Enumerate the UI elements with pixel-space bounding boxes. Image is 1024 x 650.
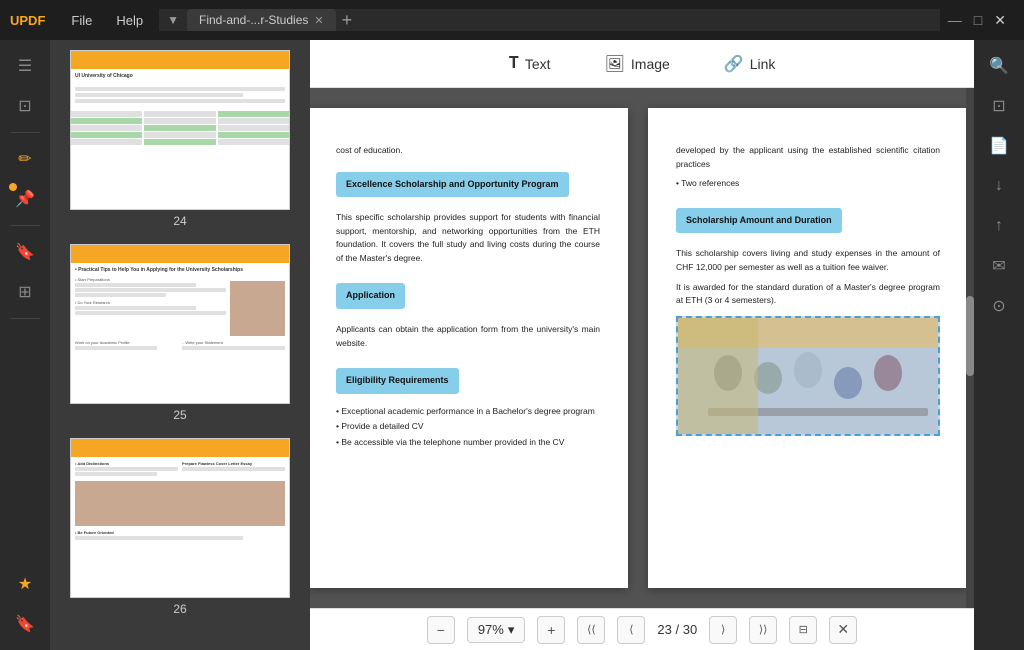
sidebar-pages-icon[interactable]: ☰ (7, 48, 43, 84)
zoom-in-button[interactable]: + (537, 616, 565, 644)
thumb-num-26: 26 (173, 602, 186, 616)
sidebar-bookmark-icon[interactable]: 🔖 (7, 234, 43, 270)
right-section1-label: Scholarship Amount and Duration (676, 208, 842, 234)
thumb-num-25: 25 (173, 408, 186, 422)
zoom-dropdown-arrow[interactable]: ▾ (508, 622, 515, 638)
right-sidebar: 🔍 ⊡ 📄 ↓ ↑ ✉ ⊙ (974, 40, 1024, 650)
link-tool[interactable]: 🔗 Link (712, 48, 788, 80)
left-sidebar: ☰ ⊡ ✏ 📌 🔖 ⊞ ★ 🔖 (0, 40, 50, 650)
minimize-button[interactable]: — (948, 12, 962, 29)
text-tool[interactable]: 𝐓 Text (497, 49, 563, 79)
section2-label: Application (336, 283, 405, 309)
image-tool-icon: 🖼 (605, 54, 625, 74)
eligibility-2: • Provide a detailed CV (336, 420, 600, 433)
maximize-button[interactable]: □ (974, 12, 982, 29)
eligibility-3: • Be accessible via the telephone number… (336, 436, 600, 449)
page-current: 23 (657, 622, 671, 637)
image-tool-label: Image (631, 56, 670, 72)
scroll-thumb[interactable] (966, 296, 974, 376)
fit-page-button[interactable]: ⊟ (789, 616, 817, 644)
toolbar: 𝐓 Text 🖼 Image 🔗 Link (310, 40, 974, 88)
page-total: 30 (683, 622, 697, 637)
nav-prev-button[interactable]: ⟨ (617, 616, 645, 644)
zoom-out-button[interactable]: − (427, 616, 455, 644)
viewer-container: cost of education. Excellence Scholarshi… (310, 88, 974, 608)
pdf-viewer[interactable]: cost of education. Excellence Scholarshi… (310, 88, 966, 608)
menu-help[interactable]: Help (108, 9, 151, 32)
sidebar-divider-1 (10, 132, 40, 133)
section1-body: This specific scholarship provides suppo… (336, 211, 600, 265)
link-tool-label: Link (750, 56, 776, 72)
section2-body: Applicants can obtain the application fo… (336, 323, 600, 350)
nav-first-button[interactable]: ⟨⟨ (577, 616, 605, 644)
app-logo: UPDF (10, 13, 45, 28)
search-icon[interactable]: 🔍 (981, 48, 1017, 84)
bottom-bar: − 97% ▾ + ⟨⟨ ⟨ 23 / 30 ⟩ ⟩⟩ ⊟ ✕ (310, 608, 974, 650)
sidebar-divider-2 (10, 225, 40, 226)
zoom-display: 97% ▾ (467, 617, 526, 643)
right-camera-icon[interactable]: ⊙ (981, 288, 1017, 324)
title-bar: UPDF File Help ▼ Find-and-...r-Studies ✕… (0, 0, 1024, 40)
right-bullet2: • Two references (676, 177, 940, 190)
link-tool-icon: 🔗 (724, 54, 744, 74)
scroll-track[interactable] (966, 88, 974, 608)
close-bottom-button[interactable]: ✕ (829, 616, 857, 644)
thumbnail-26[interactable]: • Add Distinctions Prepare Flawless Cove… (60, 438, 300, 616)
text-tool-icon: 𝐓 (509, 55, 519, 73)
thumbnail-24[interactable]: UI University of Chicago (60, 50, 300, 228)
right-section1-body2: It is awarded for the standard duration … (676, 281, 940, 308)
pdf-page-left: cost of education. Excellence Scholarshi… (310, 108, 628, 588)
thumbnail-25[interactable]: • Practical Tips to Help You in Applying… (60, 244, 300, 422)
active-tab[interactable]: Find-and-...r-Studies ✕ (187, 9, 336, 31)
sidebar-bottom-bookmark-icon[interactable]: 🔖 (7, 606, 43, 642)
nav-next-button[interactable]: ⟩ (709, 616, 737, 644)
menu-file[interactable]: File (63, 9, 100, 32)
tab-label: Find-and-...r-Studies (199, 13, 308, 27)
right-bullet1: developed by the applicant using the est… (676, 144, 940, 171)
pdf-page-right: developed by the applicant using the est… (648, 108, 966, 588)
section2-box: Application Applicants can obtain the ap… (336, 275, 600, 350)
page-sep: / (675, 622, 679, 637)
section3-label: Eligibility Requirements (336, 368, 459, 394)
tab-dropdown-arrow[interactable]: ▼ (167, 13, 179, 27)
right-section1-body1: This scholarship covers living and study… (676, 247, 940, 274)
text-tool-label: Text (525, 56, 551, 72)
thumb-img-24[interactable]: UI University of Chicago (70, 50, 290, 210)
intro-text: cost of education. (336, 144, 600, 158)
eligibility-1: • Exceptional academic performance in a … (336, 405, 600, 418)
right-section1-box: Scholarship Amount and Duration This sch… (676, 200, 940, 308)
section3-box: Eligibility Requirements • Exceptional a… (336, 360, 600, 449)
image-tool[interactable]: 🖼 Image (593, 48, 682, 80)
main-content: 𝐓 Text 🖼 Image 🔗 Link cost of education.… (310, 40, 974, 650)
right-ocr-icon[interactable]: ⊡ (981, 88, 1017, 124)
app-body: ☰ ⊡ ✏ 📌 🔖 ⊞ ★ 🔖 UI University of Chicago (0, 40, 1024, 650)
sidebar-divider-3 (10, 318, 40, 319)
tab-bar: ▼ Find-and-...r-Studies ✕ + (159, 9, 940, 31)
sidebar-grid-icon[interactable]: ⊡ (7, 88, 43, 124)
right-mail-icon[interactable]: ✉ (981, 248, 1017, 284)
section1-label: Excellence Scholarship and Opportunity P… (336, 172, 569, 198)
right-doc-icon[interactable]: 📄 (981, 128, 1017, 164)
tab-close-button[interactable]: ✕ (314, 14, 323, 27)
zoom-level: 97% (478, 622, 504, 637)
sidebar-layers-icon[interactable]: ⊞ (7, 274, 43, 310)
thumb-img-26[interactable]: • Add Distinctions Prepare Flawless Cove… (70, 438, 290, 598)
page-display: 23 / 30 (657, 622, 697, 637)
thumb-num-24: 24 (173, 214, 186, 228)
close-button[interactable]: ✕ (994, 12, 1006, 29)
sidebar-edit-icon[interactable]: ✏ (7, 141, 43, 177)
selected-image[interactable] (676, 316, 940, 436)
sidebar-comment-icon[interactable]: 📌 (7, 181, 43, 217)
add-tab-button[interactable]: + (342, 10, 353, 31)
right-share-icon[interactable]: ↑ (981, 208, 1017, 244)
sidebar-star-icon[interactable]: ★ (7, 566, 43, 602)
thumbnail-panel[interactable]: UI University of Chicago (50, 40, 310, 650)
nav-last-button[interactable]: ⟩⟩ (749, 616, 777, 644)
window-controls: — □ ✕ (948, 12, 1014, 29)
section1-box: Excellence Scholarship and Opportunity P… (336, 164, 600, 266)
thumb-img-25[interactable]: • Practical Tips to Help You in Applying… (70, 244, 290, 404)
right-download-icon[interactable]: ↓ (981, 168, 1017, 204)
